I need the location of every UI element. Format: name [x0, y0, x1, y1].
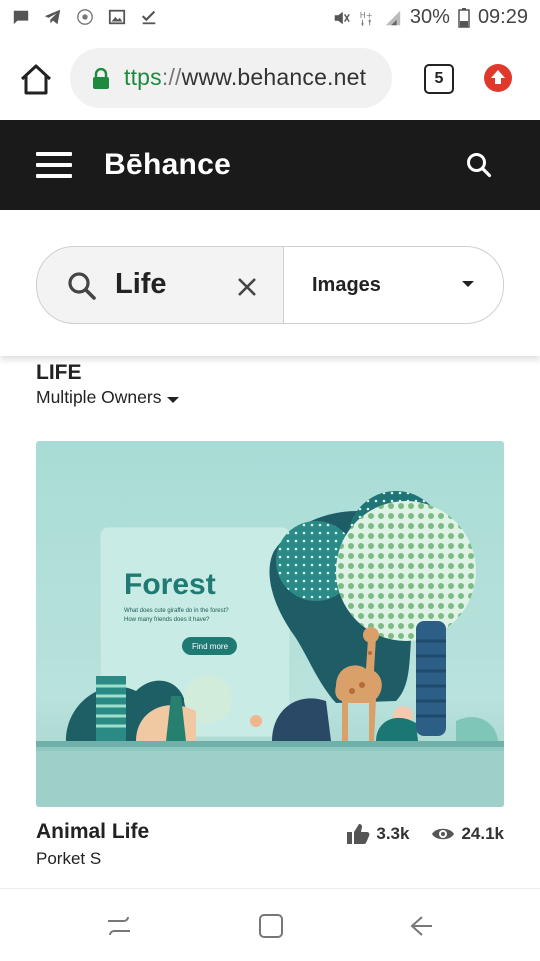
system-navigation-bar [0, 888, 540, 961]
url-scheme: ttps [124, 64, 162, 90]
home-button-icon[interactable] [256, 911, 286, 941]
project-owner[interactable]: Porket S [36, 849, 101, 869]
project-artwork-image: Forest What does cute giraffe do in the … [36, 441, 504, 807]
owners-dropdown[interactable]: Multiple Owners [36, 387, 180, 408]
behance-logo[interactable]: Bēhance [104, 148, 231, 182]
artwork-subtitle-1: What does cute giraffe do in the forest? [124, 608, 229, 614]
url-host: www.behance.net [181, 64, 367, 90]
appreciations-stat: 3.3k [346, 823, 409, 845]
lock-icon [93, 68, 109, 89]
back-icon[interactable] [406, 911, 436, 941]
caret-down-icon [167, 396, 180, 403]
search-bar: Life Images [36, 246, 504, 324]
clear-icon[interactable] [237, 277, 257, 297]
home-icon[interactable] [18, 62, 54, 98]
task-done-notification-icon [141, 10, 156, 25]
signal-icon [385, 10, 401, 25]
appreciations-count: 3.3k [376, 824, 410, 843]
eye-icon [432, 828, 455, 840]
search-icon [68, 272, 96, 300]
svg-text:H+: H+ [360, 10, 373, 20]
project-stats: 3.3k 24.1k [324, 823, 504, 845]
project-thumbnail[interactable]: Forest What does cute giraffe do in the … [36, 441, 504, 807]
project-title[interactable]: Animal Life [36, 820, 149, 844]
artwork-title: Forest [124, 568, 216, 601]
update-button[interactable] [484, 64, 512, 92]
search-section: Life Images [0, 210, 540, 356]
search-icon[interactable] [466, 152, 492, 178]
update-arrow-icon [491, 70, 505, 84]
network-hplus-icon: H+ [360, 10, 373, 26]
url-separator: :// [161, 64, 182, 90]
clock-time: 09:29 [477, 6, 528, 28]
views-stat: 24.1k [431, 824, 504, 844]
recent-apps-icon[interactable] [104, 911, 134, 941]
browser-toolbar: ttps://www.behance.net 5 [0, 38, 540, 120]
app-notification-icon [77, 9, 93, 25]
views-count: 24.1k [461, 824, 504, 843]
battery-icon [458, 7, 470, 28]
url-text: ttps://www.behance.net [124, 64, 366, 91]
caret-down-icon [462, 281, 474, 287]
search-query: Life [115, 268, 167, 300]
artwork-cta: Find more [192, 642, 229, 651]
project-info: Animal Life Porket S 3.3k 24.1k [36, 820, 504, 872]
thumbs-up-icon [347, 824, 370, 844]
menu-icon[interactable] [36, 152, 72, 178]
search-type-label: Images [312, 274, 381, 296]
tab-switcher-button[interactable]: 5 [424, 64, 454, 94]
search-type-dropdown[interactable]: Images [283, 247, 503, 323]
status-bar: H+ 30% 09:29 [0, 0, 540, 38]
message-notification-icon [13, 10, 29, 25]
mute-icon [334, 11, 350, 24]
telegram-notification-icon [44, 9, 61, 25]
battery-percent: 30% [409, 6, 450, 28]
artwork-subtitle-2: How many friends does it have? [124, 617, 210, 623]
collection-title: LIFE [36, 361, 82, 384]
site-header: Bēhance [0, 120, 540, 210]
search-input[interactable]: Life [37, 247, 283, 323]
gallery-notification-icon [108, 9, 126, 25]
owners-label: Multiple Owners [36, 387, 162, 407]
url-bar[interactable]: ttps://www.behance.net [70, 48, 392, 108]
